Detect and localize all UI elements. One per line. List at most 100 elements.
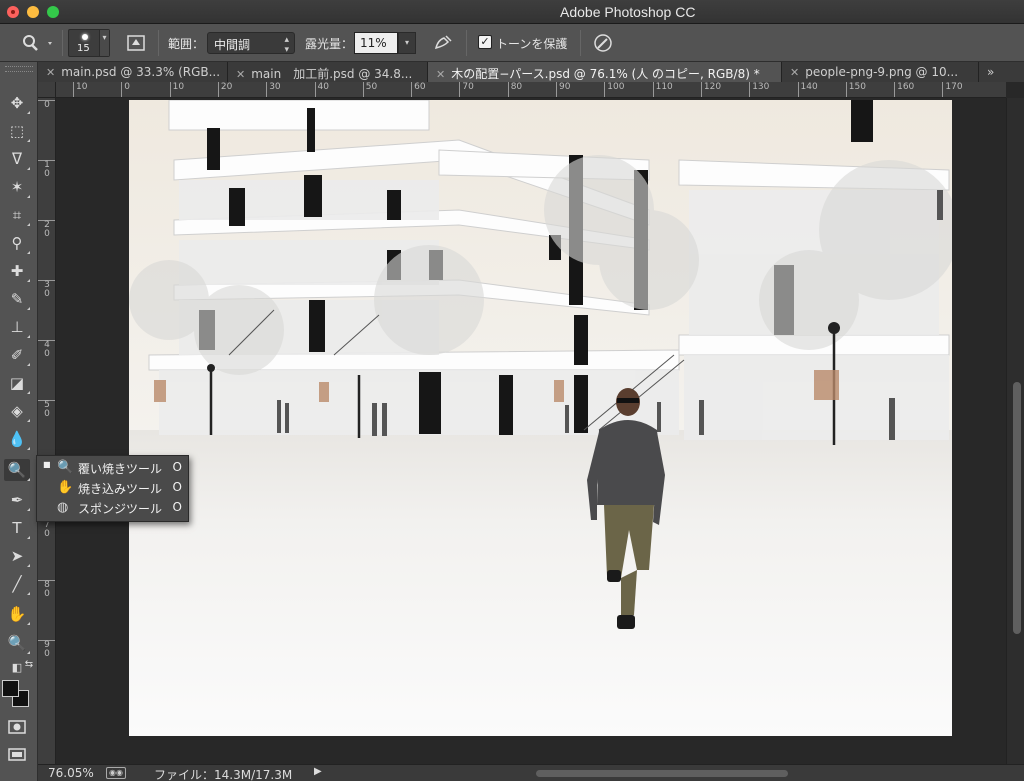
history-brush-tool-icon[interactable]: ✐ bbox=[4, 344, 30, 366]
document-tab[interactable]: ✕ main.psd @ 33.3% (RGB... bbox=[38, 62, 228, 82]
exposure-slider-button[interactable]: ▾ bbox=[398, 32, 416, 54]
horizontal-ruler[interactable]: 10 0 10 20 30 40 50 60 70 80 90 100 110 120 130 140 150 1… bbox=[56, 82, 1006, 98]
options-separator bbox=[580, 30, 581, 56]
healing-brush-tool-icon[interactable]: ✚ bbox=[4, 260, 30, 282]
document-tab[interactable]: ✕ main 加工前.psd @ 34.8... bbox=[228, 62, 428, 82]
tab-label: people-png-9.png @ 10... bbox=[805, 65, 959, 79]
flyout-item-burn[interactable]: ✋ 焼き込みツール O bbox=[37, 478, 190, 498]
pressure-icon bbox=[594, 34, 612, 52]
dodge-icon: 🔍 bbox=[57, 460, 74, 475]
more-tools-indicator bbox=[27, 251, 30, 254]
maximize-window-button[interactable] bbox=[47, 6, 59, 18]
line-tool-icon[interactable]: ╱ bbox=[4, 573, 30, 595]
type-tool-icon[interactable]: T bbox=[4, 517, 30, 539]
ruler-tick-label: 10 bbox=[73, 82, 87, 97]
flyout-item-sponge[interactable]: ◍ スポンジツール O bbox=[37, 498, 190, 518]
pressure-size-button[interactable] bbox=[592, 32, 614, 54]
range-select-value: 中間調 bbox=[214, 38, 251, 52]
zoom-level[interactable]: 76.05% bbox=[48, 766, 94, 780]
path-selection-tool-icon[interactable]: ➤ bbox=[4, 545, 30, 567]
ruler-tick-label: 150 bbox=[845, 82, 866, 97]
foreground-color-swatch[interactable] bbox=[2, 680, 19, 697]
range-select[interactable]: 中間調 ▴ ▾ bbox=[207, 32, 295, 55]
range-label: 範囲： bbox=[168, 37, 205, 51]
options-separator bbox=[62, 30, 63, 56]
more-tools-indicator bbox=[27, 307, 30, 310]
zoom-preset-icon bbox=[23, 35, 52, 51]
ruler-tick-label: 60 bbox=[411, 82, 426, 97]
title-bar: Adobe Photoshop CC bbox=[0, 0, 1024, 24]
marquee-tool-icon[interactable]: ⬚ bbox=[4, 120, 30, 142]
ruler-origin[interactable] bbox=[38, 82, 56, 98]
close-window-button[interactable] bbox=[7, 6, 19, 18]
tab-overflow[interactable]: » bbox=[979, 62, 1024, 82]
ruler-tick-label: 50 bbox=[362, 82, 377, 97]
ruler-tick-label: 50 bbox=[38, 400, 55, 419]
magic-wand-tool-icon[interactable]: ✶ bbox=[4, 176, 30, 198]
document-workspace[interactable] bbox=[56, 98, 1006, 764]
ruler-tick-label: 160 bbox=[894, 82, 914, 97]
flyout-item-shortcut: O bbox=[172, 500, 182, 514]
more-tools-indicator bbox=[27, 391, 30, 394]
ruler-tick-label: 30 bbox=[38, 280, 55, 299]
flyout-item-label: 焼き込みツール bbox=[78, 482, 163, 496]
airbrush-toggle-button[interactable] bbox=[432, 32, 454, 54]
brush-panel-icon bbox=[127, 35, 145, 51]
document-canvas[interactable] bbox=[129, 100, 952, 736]
crop-tool-icon[interactable]: ⌗ bbox=[4, 204, 30, 226]
brush-panel-toggle-button[interactable] bbox=[126, 32, 148, 54]
close-tab-icon[interactable]: ✕ bbox=[236, 68, 245, 81]
proof-setup-icon[interactable]: ◉◉ bbox=[106, 767, 126, 779]
pen-tool-icon[interactable]: ✒ bbox=[4, 489, 30, 511]
screen-mode-icon[interactable] bbox=[4, 743, 30, 765]
ruler-tick-label: 10 bbox=[169, 82, 184, 97]
ruler-tick-label: 70 bbox=[459, 82, 474, 97]
more-tools-indicator bbox=[27, 564, 30, 567]
close-tab-icon[interactable]: ✕ bbox=[790, 66, 799, 79]
ruler-tick-label: 140 bbox=[797, 82, 818, 97]
close-tab-icon[interactable]: ✕ bbox=[46, 66, 55, 79]
eraser-tool-icon[interactable]: ◪ bbox=[4, 372, 30, 394]
ruler-tick-label: 0 bbox=[121, 82, 130, 97]
vertical-scrollbar[interactable] bbox=[1006, 98, 1024, 764]
vertical-ruler[interactable]: 0102030405060708090 bbox=[38, 98, 56, 764]
more-tools-indicator bbox=[27, 223, 30, 226]
document-tab-bar: ✕ main.psd @ 33.3% (RGB... ✕ main 加工前.psd … bbox=[38, 62, 1024, 82]
close-tab-icon[interactable]: ✕ bbox=[436, 68, 445, 81]
minimize-window-button[interactable] bbox=[27, 6, 39, 18]
ruler-tick-label: 20 bbox=[217, 82, 232, 97]
move-tool-icon[interactable]: ✥ bbox=[4, 92, 30, 114]
eyedropper-tool-icon[interactable]: ⚲ bbox=[4, 232, 30, 254]
ruler-tick-label: 0 bbox=[38, 100, 55, 110]
exposure-input[interactable]: 11% bbox=[354, 32, 398, 54]
brush-preset-picker[interactable]: 15 ▾ bbox=[68, 29, 110, 57]
blur-tool-icon[interactable]: 💧 bbox=[4, 428, 30, 450]
dodge-tool-icon[interactable]: 🔍 bbox=[4, 459, 30, 481]
panel-grip[interactable] bbox=[5, 66, 33, 72]
flyout-item-dodge[interactable]: ■ 🔍 覆い焼きツール O bbox=[37, 458, 190, 478]
brush-tool-icon[interactable]: ✎ bbox=[4, 288, 30, 310]
lasso-tool-icon[interactable]: ᐁ bbox=[4, 148, 30, 170]
more-tools-indicator bbox=[27, 536, 30, 539]
ruler-tick-label: 40 bbox=[38, 340, 55, 359]
brush-size-value: 15 bbox=[77, 43, 90, 54]
protect-tones-checkbox[interactable]: ✓ bbox=[478, 35, 492, 49]
status-menu-arrow-icon[interactable]: ▶ bbox=[314, 766, 322, 777]
horizontal-scrollbar-thumb[interactable] bbox=[536, 770, 788, 777]
more-tools-indicator bbox=[27, 279, 30, 282]
more-tools-indicator bbox=[27, 167, 30, 170]
zoom-tool-icon[interactable]: 🔍 bbox=[4, 632, 30, 654]
hand-tool-icon[interactable]: ✋ bbox=[4, 603, 30, 625]
more-tools-indicator bbox=[27, 419, 30, 422]
quick-mask-icon[interactable] bbox=[4, 716, 30, 738]
clone-stamp-tool-icon[interactable]: ⊥ bbox=[4, 316, 30, 338]
paint-bucket-tool-icon[interactable]: ◈ bbox=[4, 400, 30, 422]
document-tab[interactable]: ✕ people-png-9.png @ 10... bbox=[782, 62, 979, 82]
more-tools-indicator bbox=[27, 508, 30, 511]
scrollbar-thumb[interactable] bbox=[1013, 382, 1021, 634]
flyout-item-shortcut: O bbox=[172, 480, 182, 494]
tab-label: main.psd @ 33.3% (RGB... bbox=[61, 65, 221, 79]
more-tools-indicator bbox=[27, 478, 30, 481]
document-tab-active[interactable]: ✕ 木の配置−パース.psd @ 76.1% (人 のコピー, RGB/8) * bbox=[428, 62, 782, 82]
tool-preset-picker[interactable] bbox=[18, 32, 58, 54]
